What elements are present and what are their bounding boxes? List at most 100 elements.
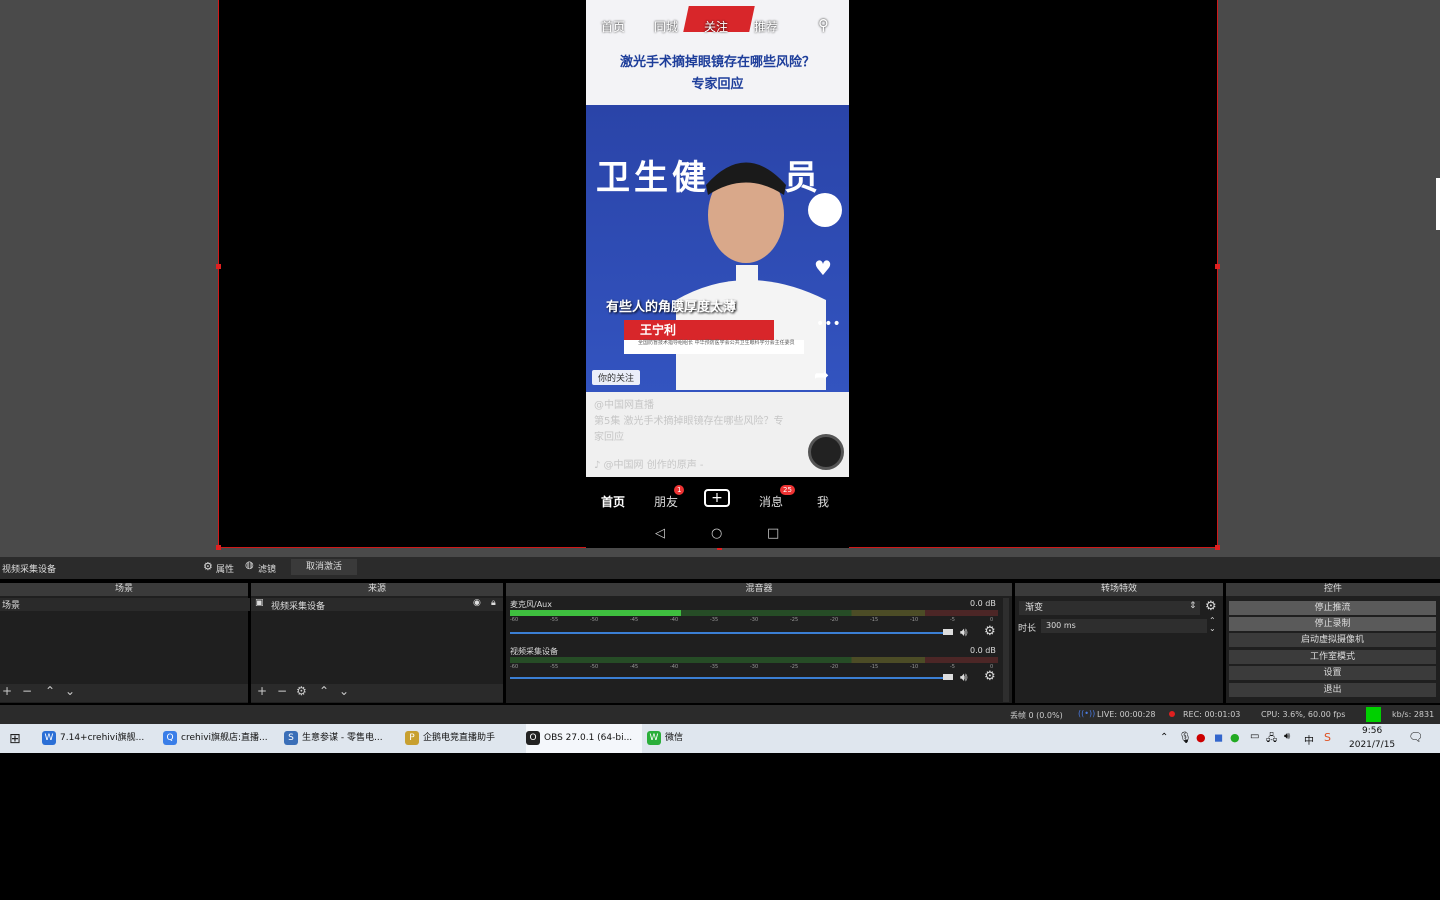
move-down-icon[interactable]: ⌄ (65, 684, 75, 698)
volume-slider[interactable] (510, 677, 948, 679)
scrollbar[interactable] (1003, 598, 1009, 702)
nav-messages[interactable]: 消息 (759, 493, 783, 510)
slider-knob[interactable] (943, 629, 953, 635)
music-label[interactable]: ♪ @中国网 创作的原声 - (594, 456, 704, 471)
meter-tick-label: -45 (630, 664, 639, 670)
comment-icon[interactable]: ••• (816, 316, 841, 332)
tray-app-icon[interactable]: ● (1196, 731, 1206, 744)
transition-select[interactable]: 渐变 (1019, 601, 1200, 615)
chevron-updown-icon[interactable]: ⇕ (1189, 601, 1197, 611)
video-frame[interactable]: 首页 同城 关注 推荐 ⚲ 激光手术摘掉眼镜存在哪些风险？ 专家回应 卫生健 员… (586, 0, 849, 477)
meter-tick-label: -30 (750, 617, 759, 623)
tab-home[interactable]: 首页 (601, 18, 625, 35)
speaker-icon[interactable]: 🔊︎ (960, 625, 968, 640)
taskbar-app[interactable]: P 企鹅电竞直播助手 (405, 724, 521, 753)
tray-app-icon[interactable]: S (1324, 731, 1331, 744)
gear-icon[interactable]: ⚙ (984, 624, 996, 639)
network-icon[interactable]: 🖧︎ (1266, 731, 1277, 748)
resize-handle[interactable] (216, 264, 221, 269)
meter-tick-label: -50 (590, 664, 599, 670)
home-circle-icon[interactable]: ○ (711, 526, 722, 541)
gear-icon[interactable]: ⚙ (296, 684, 307, 698)
taskbar-app[interactable]: O OBS 27.0.1 (64-bi... (526, 724, 642, 753)
remove-icon[interactable]: − (277, 684, 287, 698)
settings-button[interactable]: 设置 (1229, 666, 1436, 680)
move-down-icon[interactable]: ⌄ (339, 684, 349, 698)
nav-home[interactable]: 首页 (601, 493, 625, 510)
duration-input[interactable]: 300 ms (1041, 619, 1207, 633)
account-name[interactable]: @中国网直播 (594, 396, 654, 411)
filters-button[interactable]: 滤镜 (258, 562, 276, 575)
resize-handle[interactable] (1215, 545, 1220, 550)
taskbar-app[interactable]: Qcrehivi旗舰店:直播... (163, 724, 279, 753)
source-item[interactable]: ▣ 视频采集设备 ◉ 🔒︎ (251, 598, 503, 612)
deactivate-button[interactable]: 取消激活 (291, 559, 357, 575)
clock-date[interactable]: 2021/7/15 (1349, 740, 1395, 750)
slider-knob[interactable] (943, 674, 953, 680)
scene-item[interactable]: 场景 (0, 598, 250, 611)
properties-button[interactable]: 属性 (216, 562, 234, 575)
remove-icon[interactable]: − (22, 684, 32, 698)
taskbar-app[interactable]: S 生意参谋 - 零售电... (284, 724, 400, 753)
tab-following[interactable]: 关注 (704, 18, 728, 35)
virtual-camera-button[interactable]: 启动虚拟摄像机 (1229, 633, 1436, 647)
exit-button[interactable]: 退出 (1229, 683, 1436, 697)
lock-icon[interactable]: 🔒︎ (491, 598, 496, 608)
resize-handle[interactable] (1215, 264, 1220, 269)
move-up-icon[interactable]: ⌃ (319, 684, 329, 698)
meter-ticks: -60 -55 -50 -45 -40 -35 -30 -25 -20 -15 -10 -5 0 (510, 664, 998, 672)
subtitle-caption: 有些人的角膜厚度太薄 (606, 300, 737, 315)
volume-meter (510, 657, 998, 663)
share-icon[interactable]: ➦ (814, 365, 829, 386)
avatar-icon[interactable] (808, 193, 842, 227)
meter-ticks: -60 -55 -50 -45 -40 -35 -30 -25 -20 -15 -10 -5 0 (510, 617, 998, 625)
microphone-icon[interactable]: 🎙︎ (1178, 731, 1192, 744)
nav-friends[interactable]: 朋友 (654, 493, 678, 510)
battery-icon[interactable]: ▭ (1250, 731, 1259, 742)
stepper-icon[interactable]: ⌃ ⌄ (1209, 617, 1216, 633)
taskbar-app[interactable]: W 微信 (647, 724, 763, 753)
add-icon[interactable]: + (2, 684, 12, 698)
meter-tick-label: -50 (590, 617, 599, 623)
rec-icon (1169, 711, 1175, 717)
volume-icon[interactable]: 🔊︎ (1284, 731, 1290, 742)
stop-recording-button[interactable]: 停止录制 (1229, 617, 1436, 631)
visibility-eye-icon[interactable]: ◉ (473, 598, 481, 608)
tab-local[interactable]: 同城 (654, 18, 678, 35)
add-icon[interactable]: + (257, 684, 267, 698)
speaker-icon[interactable]: 🔊︎ (960, 670, 968, 685)
music-disc-icon[interactable] (808, 434, 844, 470)
ime-indicator[interactable]: 中 (1304, 732, 1314, 747)
resize-handle[interactable] (216, 545, 221, 550)
chevron-up-icon[interactable]: ⌃ (1160, 732, 1168, 743)
tray-app-icon[interactable]: ◼ (1214, 731, 1223, 744)
gear-icon[interactable]: ⚙ (203, 560, 213, 573)
recents-icon[interactable]: □ (767, 526, 779, 541)
taskbar-app[interactable]: W 7.14+crehivi旗舰... (42, 724, 158, 753)
nav-me[interactable]: 我 (817, 493, 829, 510)
meter-tick-label: -15 (870, 617, 879, 623)
studio-mode-button[interactable]: 工作室模式 (1229, 650, 1436, 664)
meter-tick-label: -10 (910, 617, 919, 623)
camera-icon: ▣ (255, 598, 264, 608)
controls-header: 控件 (1226, 583, 1440, 596)
tab-recommend[interactable]: 推荐 (754, 18, 778, 35)
tray-app-icon[interactable]: ● (1230, 731, 1240, 744)
move-up-icon[interactable]: ⌃ (45, 684, 55, 698)
scenes-toolbar: + − ⌃ ⌄ (0, 684, 248, 702)
windows-start-icon[interactable]: ⊞ (9, 731, 21, 747)
filter-icon[interactable]: ◍ (245, 560, 254, 571)
notification-icon[interactable]: 🗨︎ (1408, 730, 1423, 744)
search-icon[interactable]: ⚲ (818, 16, 829, 34)
stop-streaming-button[interactable]: 停止推流 (1229, 601, 1436, 615)
back-icon[interactable]: ◁ (655, 526, 665, 541)
create-plus-button[interactable]: + (704, 489, 730, 507)
gear-icon[interactable]: ⚙ (1205, 599, 1217, 614)
follow-tag[interactable]: 你的关注 (592, 370, 641, 385)
mixer-track-name: 麦克风/Aux (510, 600, 552, 609)
clock-time[interactable]: 9:56 (1362, 726, 1382, 736)
source-title: 视频采集设备 (2, 565, 57, 575)
like-icon[interactable]: ♥ (814, 256, 832, 280)
video-description: 第5集 激光手术摘掉眼镜存在哪些风险？专家回应 (594, 416, 784, 443)
volume-slider[interactable] (510, 632, 948, 634)
